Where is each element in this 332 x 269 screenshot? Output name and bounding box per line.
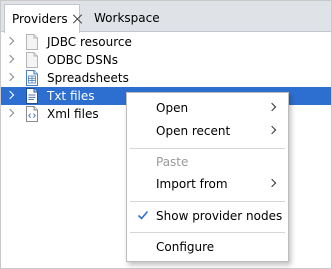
menu-separator <box>130 201 285 202</box>
tab-workspace[interactable]: Workspace <box>87 4 187 32</box>
menu-item-import-from[interactable]: Import from <box>127 173 288 195</box>
menu-item-label: Open <box>156 101 189 115</box>
tree-item-label: Txt files <box>47 89 95 103</box>
context-menu: Open Open recent Paste Import from Show … <box>126 92 289 262</box>
tab-providers[interactable]: Providers <box>4 4 80 33</box>
chevron-right-icon[interactable] <box>5 108 15 118</box>
menu-item-open[interactable]: Open <box>127 97 288 119</box>
tree-item-label: Xml files <box>47 107 99 121</box>
tree-item-label: ODBC DSNs <box>47 53 118 67</box>
tab-workspace-label: Workspace <box>94 11 160 25</box>
menu-item-open-recent[interactable]: Open recent <box>127 120 288 142</box>
jdbc-file-icon <box>26 34 38 50</box>
providers-panel: Providers Workspace JDBC resource ODBC D… <box>0 0 332 269</box>
menu-item-label: Import from <box>156 177 228 191</box>
spreadsheet-icon <box>26 70 38 86</box>
tree-item-jdbc[interactable]: JDBC resource <box>1 33 331 51</box>
txt-file-icon <box>26 88 38 104</box>
chevron-right-icon[interactable] <box>5 72 15 82</box>
xml-file-icon <box>26 106 38 122</box>
tab-bar: Providers Workspace <box>1 1 331 33</box>
tree-item-label: Spreadsheets <box>47 71 129 85</box>
menu-item-label: Show provider nodes <box>156 209 283 223</box>
chevron-right-icon[interactable] <box>5 90 15 100</box>
chevron-right-icon <box>267 178 277 188</box>
odbc-file-icon <box>26 52 38 68</box>
close-icon[interactable] <box>73 14 79 24</box>
chevron-right-icon <box>267 102 277 112</box>
tree-item-spreadsheets[interactable]: Spreadsheets <box>1 69 331 87</box>
menu-item-label: Configure <box>156 240 215 254</box>
checkmark-icon <box>137 210 149 220</box>
tree-item-odbc[interactable]: ODBC DSNs <box>1 51 331 69</box>
menu-item-label: Paste <box>156 155 189 169</box>
menu-item-configure[interactable]: Configure <box>127 236 288 258</box>
chevron-right-icon <box>267 125 277 135</box>
tree-item-label: JDBC resource <box>47 35 132 49</box>
tab-providers-label: Providers <box>12 12 68 26</box>
menu-separator <box>130 148 285 149</box>
menu-item-label: Open recent <box>156 124 231 138</box>
chevron-right-icon[interactable] <box>5 36 15 46</box>
chevron-right-icon[interactable] <box>5 54 15 64</box>
menu-separator <box>130 232 285 233</box>
menu-item-paste[interactable]: Paste <box>127 151 288 173</box>
menu-item-show-provider-nodes[interactable]: Show provider nodes <box>127 205 288 227</box>
